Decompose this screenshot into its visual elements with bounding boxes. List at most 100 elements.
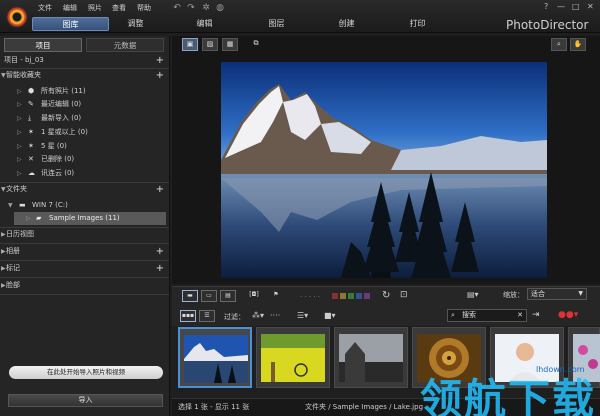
expand-icon[interactable]: ▶ [1,228,6,241]
add-collection-icon[interactable]: + [156,69,164,82]
file-path: 文件夹 / Sample Images / Lake.jpg [305,403,424,411]
section-calendar[interactable]: ▶ 日历视图 [0,228,169,241]
upgrade-icon[interactable]: ◍ [215,3,225,13]
list-view-icon[interactable]: ☰ [199,310,215,322]
share-icon[interactable]: ●●▾ [558,310,578,320]
view-mode-split-icon[interactable]: ▭ [201,290,217,302]
filter-color-icon[interactable]: ■▾ [324,311,336,320]
watermark-site: lhdown.com [536,365,585,374]
rotate-icon[interactable]: ↻ [382,290,390,301]
divider [0,277,169,278]
second-display-icon[interactable]: ⧉ [248,38,264,51]
expand-icon[interactable]: ▶ [1,279,6,292]
project-row[interactable]: 项目 - bj_03 + [0,54,169,67]
color-label-yellow[interactable] [340,293,346,299]
tab-project[interactable]: 项目 [4,38,82,52]
import-button[interactable]: 导入 [8,394,163,407]
color-label-red[interactable] [332,293,338,299]
thumbnail-field[interactable] [256,327,330,388]
tab-metadata[interactable]: 元数据 [86,38,164,52]
drive-icon: ▬ [19,201,26,209]
drive-row[interactable]: ▼ ▬ WIN 7 (C:) [0,199,169,212]
zoom-select[interactable]: 适合 ▼ [527,288,587,300]
chevron-down-icon: ▼ [578,290,583,297]
tab-create[interactable]: 创建 [308,17,385,31]
section-faces[interactable]: ▶ 脸部 [0,279,169,292]
expand-icon: ▷ [17,170,22,177]
settings-icon[interactable]: ✲ [201,3,211,13]
tab-edit[interactable]: 编辑 [166,17,243,31]
undo-icon[interactable]: ↶ [172,3,182,13]
collection-five-star[interactable]: ▷ ✶ 5 星 (0) [0,140,169,153]
crop-icon[interactable]: ⊡ [400,290,408,300]
add-folder-icon[interactable]: + [156,183,164,196]
collection-recent-edits[interactable]: ▷ ✎ 最近编辑 (0) [0,98,169,111]
collection-label: 1 星或以上 (0) [41,128,88,136]
collection-latest-import[interactable]: ▷ ⤓ 最新导入 (0) [0,112,169,125]
pan-hand-icon[interactable]: ✋ [570,38,586,51]
menu-edit[interactable]: 编辑 [63,3,77,13]
search-input[interactable]: ⌕ 搜索 ✕ [447,309,527,322]
face-tag-icon[interactable]: [◘] [246,290,262,302]
section-albums[interactable]: ▶ 相册 + [0,245,169,258]
view-mode-single-icon[interactable]: ▬ [182,290,198,302]
close-button[interactable]: ✕ [587,2,594,11]
expand-icon[interactable]: ▶ [1,245,6,258]
expand-icon: ▷ [17,115,22,122]
tab-layers[interactable]: 图层 [238,17,315,31]
collection-deleted[interactable]: ▷ ✕ 已删除 (0) [0,153,169,166]
clear-icon[interactable]: ✕ [517,310,523,321]
add-tag-icon[interactable]: + [156,262,164,275]
expand-icon: ▷ [17,88,22,95]
color-label-blue[interactable] [356,293,362,299]
lake-photo [221,62,547,278]
star-rating-dots[interactable]: · · · · · [300,293,320,301]
export-icon[interactable]: ⇥ [532,310,540,320]
thumbnail-image [184,335,248,383]
filter-flag-icon[interactable]: ⁂▾ [252,311,264,320]
tab-print[interactable]: 打印 [379,17,456,31]
filter-list-icon[interactable]: ☰▾ [297,311,308,320]
add-album-icon[interactable]: + [156,245,164,258]
thumbnail-lake[interactable] [178,327,252,388]
app-logo-icon [6,6,28,28]
section-folders[interactable]: ▼ 文件夹 + [0,183,169,196]
filter-dots-icon[interactable]: ···· [270,311,280,320]
folder-row-selected[interactable]: ▷ ▰ Sample Images (11) [14,212,166,225]
collection-label: 5 星 (0) [41,142,67,150]
menu-help[interactable]: 帮助 [137,3,151,13]
collection-one-star[interactable]: ▷ ✶ 1 星或以上 (0) [0,126,169,139]
expand-icon: ▷ [17,143,22,150]
thumbnail-view-icon[interactable]: ▪▪▪ [180,310,196,322]
add-project-icon[interactable]: + [156,54,164,67]
color-label-purple[interactable] [364,293,370,299]
collapse-icon[interactable]: ▼ [1,69,6,82]
menu-file[interactable]: 文件 [38,3,52,13]
section-smart-collections[interactable]: ▼ 智能收藏夹 + [0,69,169,82]
help-button[interactable]: ? [544,2,548,11]
view-mode-strip-icon[interactable]: ▤ [220,290,236,302]
flag-icon[interactable]: ⚑ [268,290,284,302]
view-compare-icon[interactable]: ▨ [202,38,218,51]
collapse-icon[interactable]: ▼ [1,183,6,196]
view-single-icon[interactable]: ▣ [182,38,198,51]
redo-icon[interactable]: ↷ [186,3,196,13]
maximize-button[interactable]: □ [572,2,580,11]
view-grid-icon[interactable]: ▦ [222,38,238,51]
collection-cloud[interactable]: ▷ ☁ 讯连云 (0) [0,167,169,180]
collection-all-photos[interactable]: ▷ ⬢ 所有照片 (11) [0,85,169,98]
minimize-button[interactable]: — [557,2,565,11]
tab-adjust[interactable]: 调整 [97,17,174,31]
menu-photo[interactable]: 照片 [88,3,102,13]
color-label-green[interactable] [348,293,354,299]
menu-view[interactable]: 查看 [112,3,126,13]
selection-status: 选择 1 张 - 显示 11 张 [178,403,250,411]
expand-icon[interactable]: ▶ [1,262,6,275]
zoom-tool-icon[interactable]: ⌕ [551,38,567,51]
sort-icon[interactable]: ▤▾ [467,290,479,299]
section-label: 智能收藏夹 [6,71,41,79]
expand-icon: ▷ [26,215,31,222]
thumbnail-church[interactable] [334,327,408,388]
collection-label: 最近编辑 (0) [41,100,82,108]
section-tags[interactable]: ▶ 标记 + [0,262,169,275]
